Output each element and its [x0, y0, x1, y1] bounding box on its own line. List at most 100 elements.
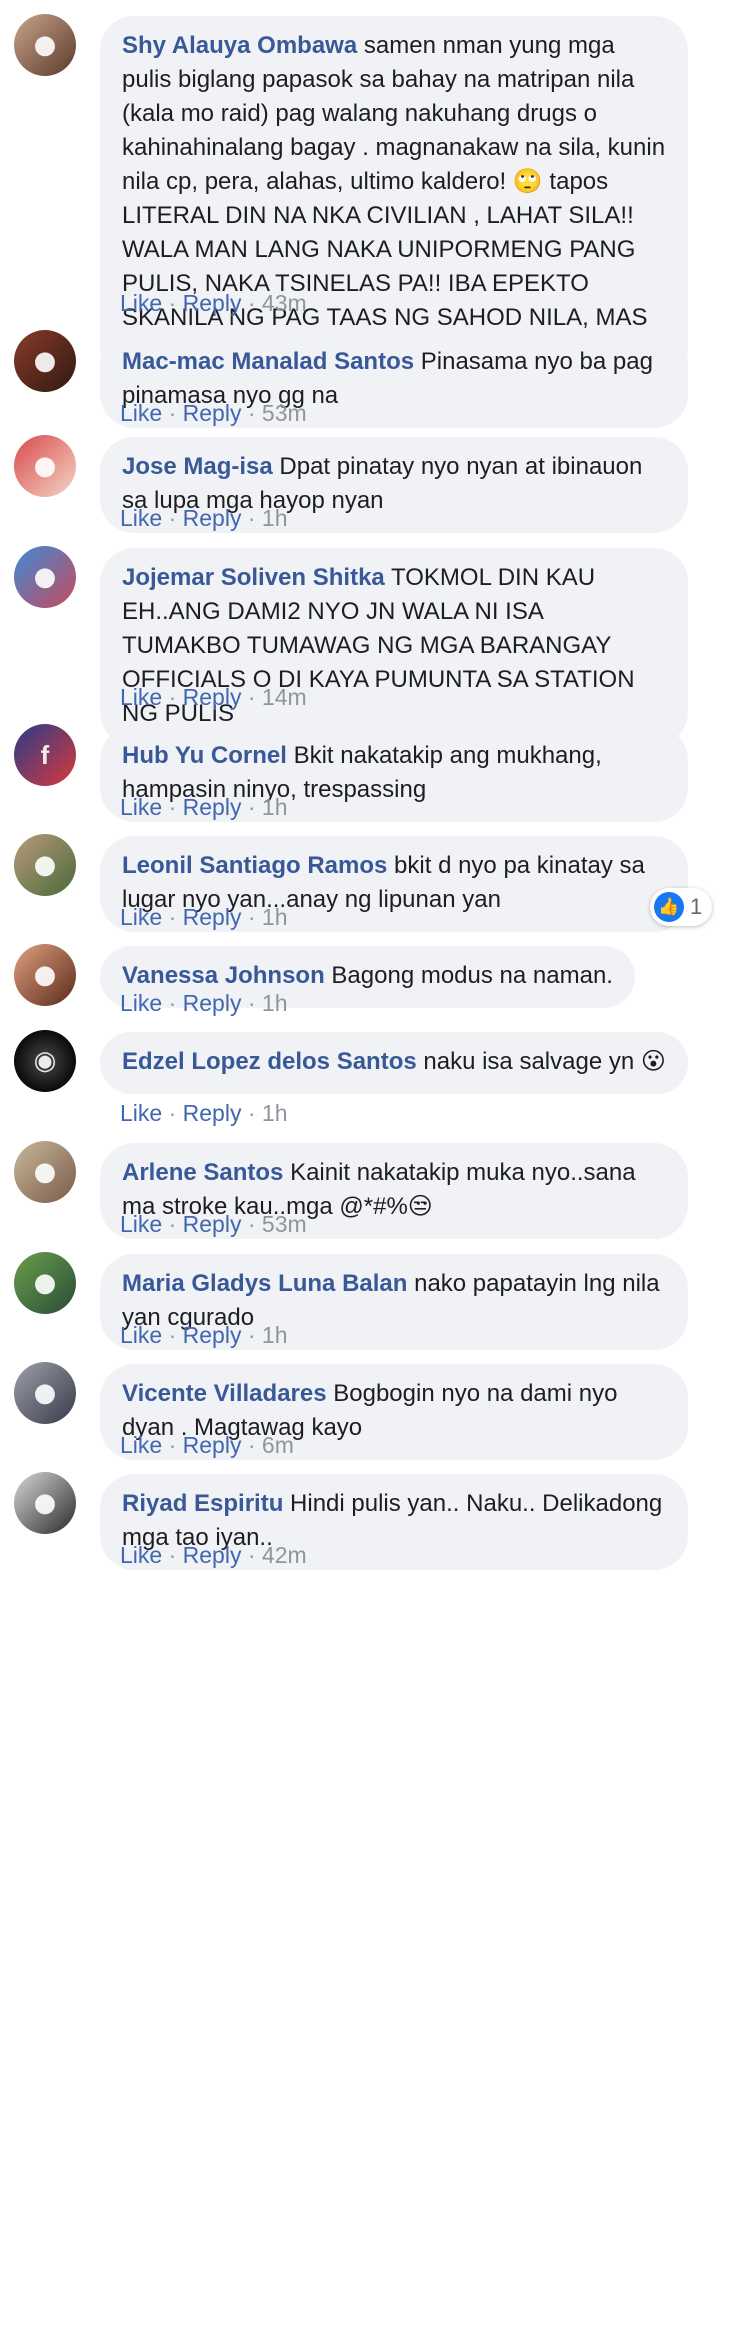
- timestamp[interactable]: 53m: [262, 400, 307, 426]
- timestamp[interactable]: 43m: [262, 290, 307, 316]
- separator: ·: [168, 684, 177, 710]
- reply-link[interactable]: Reply: [183, 290, 242, 316]
- reply-link[interactable]: Reply: [183, 1542, 242, 1568]
- separator: ·: [247, 290, 256, 316]
- like-link[interactable]: Like: [120, 400, 162, 426]
- commenter-name[interactable]: Shy Alauya Ombawa: [122, 32, 357, 59]
- user-avatar-icon: ●: [33, 960, 57, 990]
- comment-actions: Like · Reply · 43m: [120, 288, 307, 318]
- reply-link[interactable]: Reply: [183, 505, 242, 531]
- reply-link[interactable]: Reply: [183, 1432, 242, 1458]
- separator: ·: [247, 794, 256, 820]
- like-link[interactable]: Like: [120, 1432, 162, 1458]
- timestamp[interactable]: 1h: [262, 990, 288, 1016]
- commenter-name[interactable]: Hub Yu Cornel: [122, 742, 287, 769]
- separator: ·: [247, 684, 256, 710]
- comment-bubble: Jojemar Soliven Shitka TOKMOL DIN KAU EH…: [100, 548, 688, 746]
- separator: ·: [168, 794, 177, 820]
- timestamp[interactable]: 14m: [262, 684, 307, 710]
- like-link[interactable]: Like: [120, 794, 162, 820]
- like-link[interactable]: Like: [120, 1100, 162, 1126]
- separator: ·: [168, 990, 177, 1016]
- user-avatar-icon: ●: [33, 850, 57, 880]
- avatar[interactable]: f: [14, 724, 76, 786]
- reply-link[interactable]: Reply: [183, 904, 242, 930]
- commenter-name[interactable]: Vanessa Johnson: [122, 962, 325, 989]
- separator: ·: [168, 1542, 177, 1568]
- separator: ·: [247, 505, 256, 531]
- separator: ·: [168, 904, 177, 930]
- separator: ·: [168, 1322, 177, 1348]
- timestamp[interactable]: 1h: [262, 1322, 288, 1348]
- thumbs-up-icon: 👍: [654, 892, 684, 922]
- reaction-badge[interactable]: 👍 1: [650, 888, 713, 926]
- avatar[interactable]: ●: [14, 14, 76, 76]
- commenter-name[interactable]: Jojemar Soliven Shitka: [122, 564, 385, 591]
- comment-actions: Like · Reply · 1h: [120, 503, 288, 533]
- separator: ·: [247, 1432, 256, 1458]
- user-avatar-icon: ●: [33, 346, 57, 376]
- user-avatar-icon: ●: [33, 1157, 57, 1187]
- comment-bubble: Shy Alauya Ombawa samen nman yung mga pu…: [100, 16, 688, 384]
- separator: ·: [168, 1211, 177, 1237]
- reply-link[interactable]: Reply: [183, 400, 242, 426]
- separator: ·: [247, 990, 256, 1016]
- timestamp[interactable]: 53m: [262, 1211, 307, 1237]
- timestamp[interactable]: 6m: [262, 1432, 294, 1458]
- separator: ·: [247, 1100, 256, 1126]
- commenter-name[interactable]: Jose Mag-isa: [122, 453, 273, 480]
- avatar[interactable]: ◉: [14, 1030, 76, 1092]
- avatar[interactable]: ●: [14, 1472, 76, 1534]
- commenter-name[interactable]: Riyad Espiritu: [122, 1490, 283, 1517]
- comment-actions: Like · Reply · 42m: [120, 1540, 307, 1570]
- avatar[interactable]: ●: [14, 1252, 76, 1314]
- like-link[interactable]: Like: [120, 290, 162, 316]
- reply-link[interactable]: Reply: [183, 1211, 242, 1237]
- commenter-name[interactable]: Edzel Lopez delos Santos: [122, 1048, 417, 1075]
- avatar[interactable]: ●: [14, 435, 76, 497]
- reply-link[interactable]: Reply: [183, 684, 242, 710]
- reply-link[interactable]: Reply: [183, 990, 242, 1016]
- separator: ·: [168, 1100, 177, 1126]
- timestamp[interactable]: 1h: [262, 1100, 288, 1126]
- commenter-name[interactable]: Maria Gladys Luna Balan: [122, 1270, 407, 1297]
- comment-actions: Like · Reply · 6m: [120, 1430, 294, 1460]
- like-link[interactable]: Like: [120, 505, 162, 531]
- separator: ·: [247, 1322, 256, 1348]
- avatar[interactable]: ●: [14, 546, 76, 608]
- reaction-count: 1: [690, 894, 703, 919]
- timestamp[interactable]: 1h: [262, 505, 288, 531]
- separator: ·: [168, 290, 177, 316]
- comment-actions: Like · Reply · 1h: [120, 988, 288, 1018]
- avatar[interactable]: ●: [14, 944, 76, 1006]
- commenter-name[interactable]: Arlene Santos: [122, 1159, 283, 1186]
- commenter-name[interactable]: Leonil Santiago Ramos: [122, 852, 387, 879]
- timestamp[interactable]: 1h: [262, 904, 288, 930]
- like-link[interactable]: Like: [120, 1211, 162, 1237]
- like-link[interactable]: Like: [120, 1322, 162, 1348]
- like-link[interactable]: Like: [120, 904, 162, 930]
- comment-actions: Like · Reply · 53m: [120, 1209, 307, 1239]
- separator: ·: [247, 400, 256, 426]
- avatar[interactable]: ●: [14, 1362, 76, 1424]
- commenter-name[interactable]: Vicente Villadares: [122, 1380, 327, 1407]
- reply-link[interactable]: Reply: [183, 1322, 242, 1348]
- separator: ·: [168, 505, 177, 531]
- reply-link[interactable]: Reply: [183, 1100, 242, 1126]
- reply-link[interactable]: Reply: [183, 794, 242, 820]
- timestamp[interactable]: 1h: [262, 794, 288, 820]
- user-avatar-icon: ●: [33, 1268, 57, 1298]
- separator: ·: [168, 1432, 177, 1458]
- like-link[interactable]: Like: [120, 684, 162, 710]
- commenter-name[interactable]: Mac-mac Manalad Santos: [122, 348, 414, 375]
- like-link[interactable]: Like: [120, 1542, 162, 1568]
- avatar[interactable]: ●: [14, 330, 76, 392]
- avatar[interactable]: ●: [14, 834, 76, 896]
- comment-actions: Like · Reply · 53m: [120, 398, 307, 428]
- timestamp[interactable]: 42m: [262, 1542, 307, 1568]
- avatar[interactable]: ●: [14, 1141, 76, 1203]
- comment-text: Bagong modus na naman.: [331, 962, 613, 989]
- comment-bubble: Edzel Lopez delos Santos naku isa salvag…: [100, 1032, 688, 1094]
- comment-actions: Like · Reply · 1h: [120, 792, 288, 822]
- like-link[interactable]: Like: [120, 990, 162, 1016]
